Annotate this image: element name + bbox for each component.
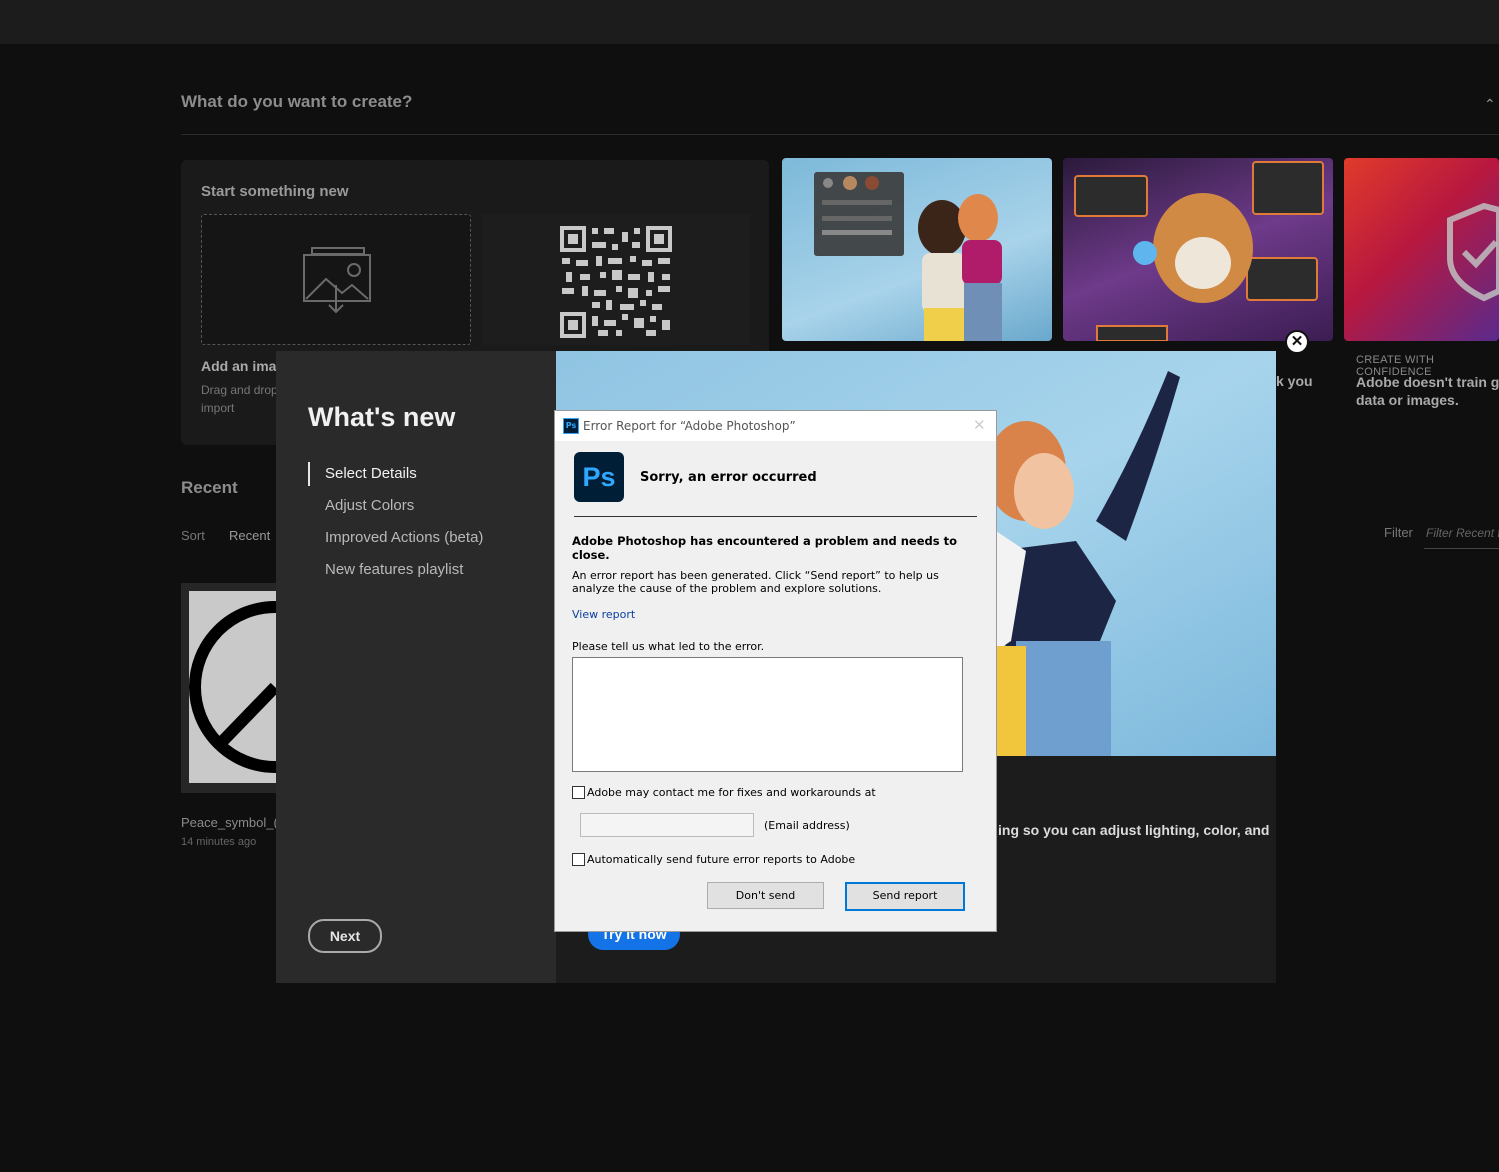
chevron-up-icon[interactable]: ⌃	[1484, 96, 1496, 113]
close-icon[interactable]: ✕	[1285, 330, 1309, 354]
contact-checkbox[interactable]	[572, 786, 585, 799]
drag-drop-hint: Drag and drop a import	[201, 381, 288, 417]
next-button[interactable]: Next	[308, 919, 382, 953]
dialog-title: Error Report for “Adobe Photoshop”	[583, 419, 796, 433]
feature-card-tiger[interactable]	[1063, 158, 1333, 341]
whats-new-sidebar	[276, 351, 556, 983]
whats-new-nav: Select Details Adjust Colors Improved Ac…	[308, 462, 483, 590]
feature-card-caption: k you	[1276, 373, 1313, 389]
send-report-button[interactable]: Send report	[845, 882, 965, 911]
view-report-link[interactable]: View report	[572, 608, 635, 621]
nav-improved-actions[interactable]: Improved Actions (beta)	[308, 526, 483, 558]
comment-textarea[interactable]	[572, 657, 963, 772]
filter-input[interactable]: Filter Recent f	[1424, 518, 1499, 549]
feature-card-image	[1074, 161, 1324, 341]
error-heading: Sorry, an error occurred	[640, 470, 817, 485]
nav-new-features-playlist[interactable]: New features playlist	[308, 558, 483, 590]
drag-drop-text-1: Drag and drop a	[201, 383, 288, 397]
card-body-line-1: Adobe doesn't train gene	[1356, 374, 1499, 390]
top-bar	[0, 0, 1499, 44]
nav-select-details[interactable]: Select Details	[308, 462, 483, 486]
add-image-dropzone[interactable]	[201, 214, 471, 345]
card-body: Adobe doesn't train gene data or images.	[1356, 373, 1499, 409]
contact-checkbox-label: Adobe may contact me for fixes and worka…	[587, 786, 876, 799]
recent-file-name[interactable]: Peace_symbol_(	[181, 815, 278, 830]
section-title: What do you want to create?	[181, 92, 413, 111]
qr-code-icon	[560, 226, 672, 338]
filter-label: Filter	[1384, 525, 1413, 540]
dont-send-button[interactable]: Don't send	[707, 882, 824, 909]
drag-drop-text-2: import	[201, 401, 235, 415]
whats-new-title: What's new	[308, 402, 456, 432]
image-import-icon	[303, 247, 371, 314]
nav-adjust-colors[interactable]: Adjust Colors	[308, 494, 483, 526]
dialog-divider	[574, 516, 977, 517]
feature-card-image	[814, 172, 1002, 341]
peace-symbol-thumbnail	[189, 591, 276, 783]
email-label: (Email address)	[764, 819, 850, 832]
sort-dropdown[interactable]: Recent	[229, 528, 270, 543]
feature-card-select-details[interactable]	[782, 158, 1052, 341]
start-title: Start something new	[201, 183, 349, 200]
sort-label: Sort	[181, 528, 205, 543]
recent-title: Recent	[181, 478, 238, 497]
error-description: An error report has been generated. Clic…	[572, 569, 939, 595]
dialog-close-icon[interactable]: ✕	[973, 416, 986, 434]
feature-card-confidence[interactable]	[1344, 158, 1499, 341]
dialog-title-bar: Ps Error Report for “Adobe Photoshop” ✕	[555, 411, 996, 441]
add-image-label[interactable]: Add an imag	[201, 358, 285, 374]
shield-check-icon	[1447, 202, 1499, 302]
card-body-line-2: data or images.	[1356, 392, 1459, 408]
auto-send-checkbox[interactable]	[572, 853, 585, 866]
comment-prompt: Please tell us what led to the error.	[572, 640, 765, 653]
qr-code-card[interactable]	[482, 214, 750, 345]
hero-description: ing so you can adjust lighting, color, a…	[998, 822, 1270, 838]
error-problem-text: Adobe Photoshop has encountered a proble…	[572, 534, 958, 562]
auto-send-checkbox-label: Automatically send future error reports …	[587, 853, 856, 866]
error-report-dialog: Ps Error Report for “Adobe Photoshop” ✕ …	[554, 410, 997, 932]
email-field[interactable]	[580, 813, 754, 837]
recent-file-time: 14 minutes ago	[181, 836, 257, 848]
photoshop-small-icon: Ps	[563, 418, 579, 434]
photoshop-app-icon: Ps	[574, 452, 624, 502]
peace-symbol-icon	[189, 601, 276, 773]
divider	[181, 134, 1499, 135]
